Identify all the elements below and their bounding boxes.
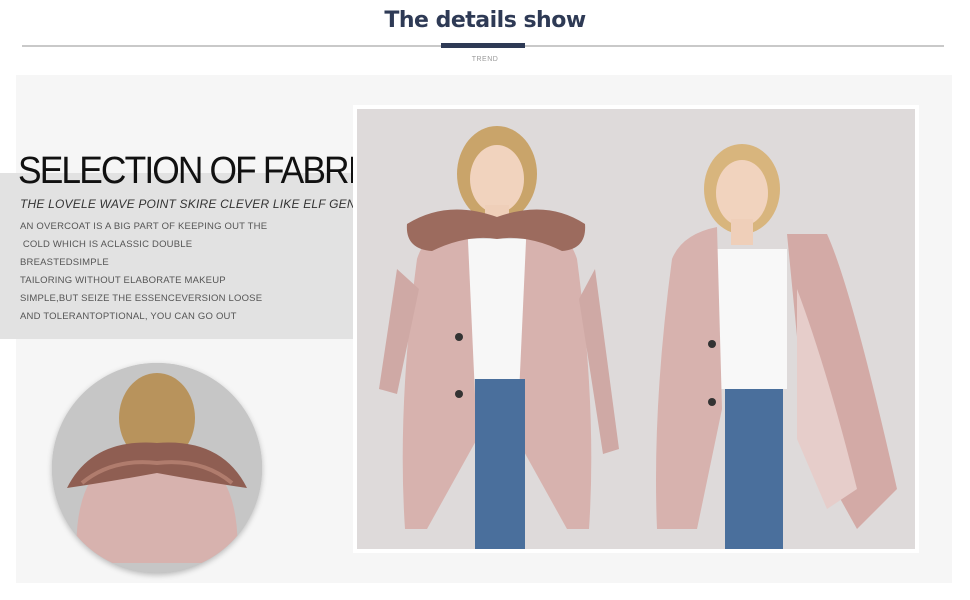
- description-line: AND TOLERANTOPTIONAL, YOU CAN GO OUT: [20, 311, 237, 322]
- description-line: COLD WHICH IS ACLASSIC DOUBLE: [20, 239, 193, 250]
- description-line: BREASTEDSIMPLE: [20, 257, 109, 268]
- model-illustration: [357, 109, 915, 549]
- section-title: SELECTION OF FABRICS: [18, 150, 403, 192]
- product-photo-frame: [353, 105, 919, 553]
- header-accent-bar: [441, 43, 525, 48]
- description-line: SIMPLE,BUT SEIZE THE ESSENCEVERSION LOOS…: [20, 293, 263, 304]
- page-title: The details show: [384, 8, 586, 33]
- section-subtitle: THE LOVELE WAVE POINT SKIRE CLEVER LIKE …: [20, 197, 356, 211]
- collar-detail-illustration: [52, 363, 262, 573]
- page-header: The details show TREND: [0, 0, 970, 70]
- description-line: AN OVERCOAT IS A BIG PART OF KEEPING OUT…: [20, 221, 268, 232]
- page-subtitle: TREND: [471, 56, 499, 63]
- fur-collar-detail-photo: [52, 363, 262, 573]
- product-photo: [357, 109, 915, 549]
- description-line: TAILORING WITHOUT ELABORATE MAKEUP: [20, 275, 226, 286]
- section-description: AN OVERCOAT IS A BIG PART OF KEEPING OUT…: [20, 218, 360, 326]
